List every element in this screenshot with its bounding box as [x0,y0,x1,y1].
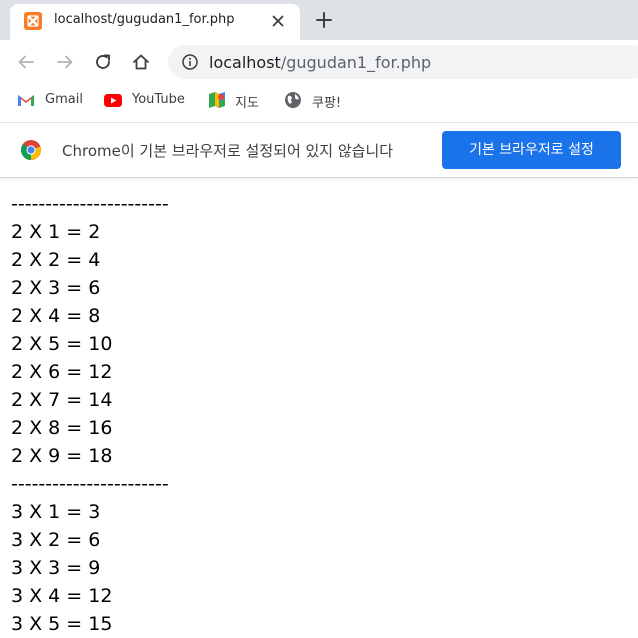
page-content: ----------------------- 2 X 1 = 2 2 X 2 … [11,190,631,638]
bookmark-label: Gmail [45,92,83,107]
url-text[interactable]: localhost/gugudan1_for.php [209,53,431,72]
multiplication-line: 3 X 3 = 9 [11,557,101,579]
bookmark-label: 지도 [235,96,259,111]
multiplication-line: 3 X 2 = 6 [11,529,101,551]
globe-icon [283,91,303,109]
chrome-logo-icon [20,139,42,161]
multiplication-line: 2 X 7 = 14 [11,389,113,411]
multiplication-line: 2 X 2 = 4 [11,249,101,271]
bookmark-youtube[interactable]: YouTube [103,90,193,110]
multiplication-line: 3 X 4 = 12 [11,585,113,607]
multiplication-line: 2 X 5 = 10 [11,333,113,355]
bookmark-gmail[interactable]: Gmail [16,90,88,110]
close-tab-icon[interactable] [270,13,286,29]
address-bar[interactable]: localhost/gugudan1_for.php [168,45,638,79]
multiplication-line: 3 X 5 = 15 [11,613,113,635]
active-tab[interactable]: localhost/gugudan1_for.php [10,4,300,40]
multiplication-line: 2 X 3 = 6 [11,277,101,299]
default-browser-infobar: Chrome이 기본 브라우저로 설정되어 있지 않습니다 기본 브라우저로 설… [0,122,638,178]
new-tab-plus-icon[interactable] [314,10,334,30]
separator-line: ----------------------- [11,193,169,215]
bookmark-label: 쿠팡! [312,96,342,111]
multiplication-line: 2 X 9 = 18 [11,445,113,467]
bookmarks-bar: Gmail YouTube 지도 쿠팡! [0,84,638,116]
separator-line: ----------------------- [11,473,169,495]
bookmark-maps[interactable]: 지도 [207,90,267,111]
site-info-icon[interactable] [182,54,198,70]
multiplication-line: 2 X 1 = 2 [11,221,101,243]
multiplication-line: 2 X 6 = 12 [11,361,113,383]
url-host: localhost [209,53,281,72]
tab-title: localhost/gugudan1_for.php [54,12,235,27]
back-arrow-icon[interactable] [16,52,36,72]
home-icon[interactable] [131,52,151,72]
xampp-favicon-icon [24,12,42,30]
gmail-icon [16,91,36,109]
bookmark-coupang[interactable]: 쿠팡! [283,90,349,111]
multiplication-line: 2 X 8 = 16 [11,417,113,439]
youtube-icon [103,91,123,109]
set-default-browser-button[interactable]: 기본 브라우저로 설정 [442,131,621,169]
url-path: /gugudan1_for.php [280,53,432,72]
forward-arrow-icon[interactable] [55,52,75,72]
bookmark-label: YouTube [132,92,185,107]
tab-strip: localhost/gugudan1_for.php [0,0,638,40]
browser-toolbar: localhost/gugudan1_for.php [0,40,638,84]
multiplication-line: 2 X 4 = 8 [11,305,101,327]
reload-icon[interactable] [93,52,113,72]
maps-icon [207,91,227,109]
infobar-message: Chrome이 기본 브라우저로 설정되어 있지 않습니다 [62,142,394,160]
multiplication-line: 3 X 1 = 3 [11,501,101,523]
